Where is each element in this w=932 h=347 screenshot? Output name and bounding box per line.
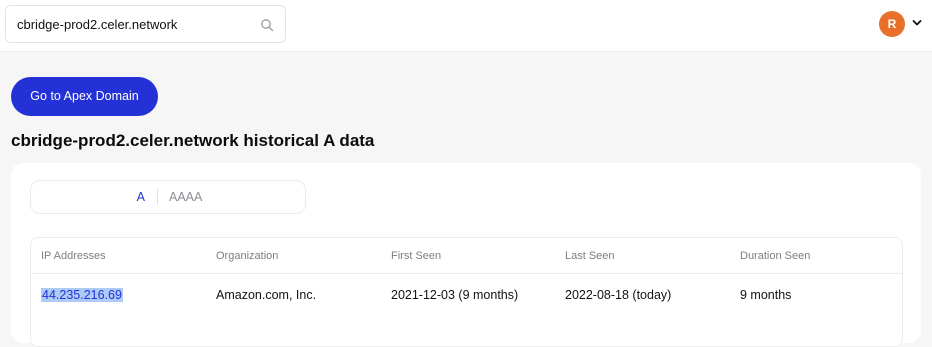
tab-aaaa-record[interactable]: AAAA (169, 181, 202, 213)
organization-cell: Amazon.com, Inc. (216, 288, 317, 302)
column-header-duration-seen: Duration Seen (740, 250, 811, 262)
column-header-organization: Organization (216, 250, 279, 262)
page-title: cbridge-prod2.celer.network historical A… (11, 131, 375, 150)
search-icon[interactable] (260, 18, 274, 32)
record-type-toggle: A AAAA (30, 180, 306, 214)
search-input[interactable]: cbridge-prod2.celer.network (5, 5, 286, 43)
ip-address-text[interactable]: 44.235.216.69 (41, 288, 123, 302)
column-header-ip: IP Addresses (41, 250, 106, 262)
first-seen-cell: 2021-12-03 (9 months) (391, 288, 519, 302)
last-seen-cell: 2022-08-18 (today) (565, 288, 672, 302)
search-input-value[interactable]: cbridge-prod2.celer.network (17, 17, 177, 32)
duration-seen-cell: 9 months (740, 288, 792, 302)
ip-address-link[interactable]: 44.235.216.69 (41, 288, 123, 302)
column-header-last-seen: Last Seen (565, 250, 615, 262)
chevron-down-icon[interactable] (911, 17, 923, 29)
table-header: IP Addresses Organization First Seen Las… (31, 238, 902, 274)
top-bar: cbridge-prod2.celer.network R (0, 0, 932, 52)
tab-a-record[interactable]: A (31, 181, 156, 213)
column-header-first-seen: First Seen (391, 250, 442, 262)
historical-records-table: IP Addresses Organization First Seen Las… (30, 237, 903, 347)
history-card: A AAAA IP Addresses Organization First S… (11, 163, 921, 347)
toggle-divider (157, 189, 158, 205)
avatar[interactable]: R (879, 11, 905, 37)
go-to-apex-domain-button[interactable]: Go to Apex Domain (11, 77, 158, 116)
